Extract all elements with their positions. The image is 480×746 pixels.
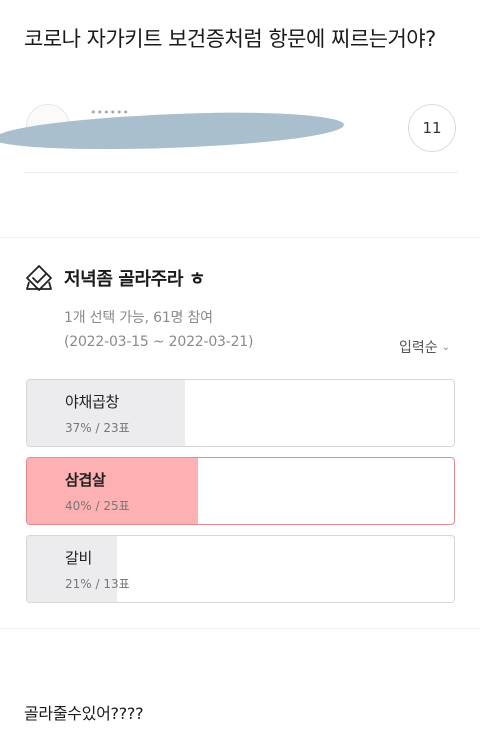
- chevron-down-icon: ⌄: [441, 341, 450, 353]
- poll-option-label: 삼겹살: [65, 471, 106, 489]
- divider: [24, 172, 458, 173]
- divider: [0, 628, 480, 629]
- divider: [0, 237, 480, 238]
- comment-text: 골라줄수있어????: [24, 704, 144, 723]
- poll-header: 저녁좀 골라주라 ㅎ: [24, 262, 205, 294]
- poll-option-label: 갈비: [65, 549, 93, 567]
- poll-meta: 1개 선택 가능, 61명 참여: [64, 310, 213, 326]
- poll-option-stat: 21% / 13표: [65, 577, 130, 591]
- poll-option-fill: [27, 458, 198, 524]
- comment-count-button[interactable]: 11: [408, 104, 456, 152]
- poll-option-1[interactable]: 삼겹살 40% / 25표: [26, 457, 455, 525]
- poll-option-2[interactable]: 갈비 21% / 13표: [26, 535, 455, 603]
- poll-option-fill: [27, 380, 185, 446]
- poll-dates: (2022-03-15 ~ 2022-03-21): [64, 334, 254, 350]
- poll-option-fill: [27, 536, 117, 602]
- post-title: 코로나 자가키트 보건증처럼 항문에 찌르는거야?: [24, 27, 436, 51]
- poll-check-icon: [26, 265, 52, 291]
- poll-option-stat: 40% / 25표: [65, 499, 130, 513]
- poll-title: 저녁좀 골라주라 ㅎ: [64, 269, 206, 290]
- sort-label: 입력순: [398, 340, 438, 356]
- sort-dropdown[interactable]: 입력순 ⌄: [399, 337, 450, 357]
- poll-option-0[interactable]: 야채곱창 37% / 23표: [26, 379, 455, 447]
- poll-option-stat: 37% / 23표: [65, 421, 130, 435]
- poll-option-label: 야채곱창: [65, 393, 120, 411]
